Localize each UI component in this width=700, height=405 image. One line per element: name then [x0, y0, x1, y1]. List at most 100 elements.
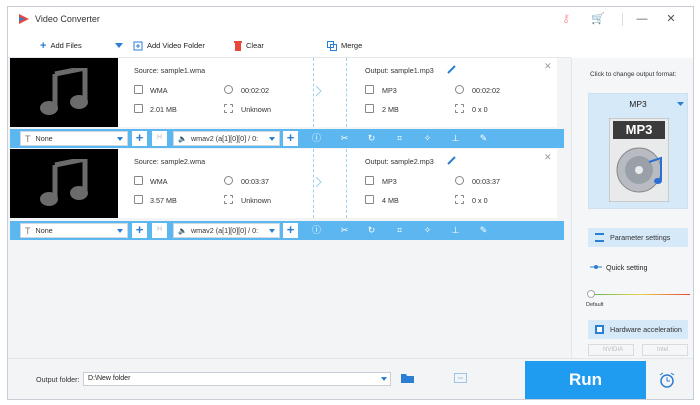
edit-subtitle-icon[interactable]: ✎ [477, 132, 490, 145]
source-resolution: Unknown [241, 196, 271, 205]
source-filename: Source: sample2.wma [134, 157, 206, 166]
intel-option[interactable]: Intel [642, 344, 688, 356]
output-resolution: 0 x 0 [472, 196, 488, 205]
crop-icon[interactable]: ⌗ [393, 224, 406, 237]
quality-slider-track[interactable] [590, 294, 690, 295]
file-item[interactable]: Source: sample2.wma WMA 00:03:37 3.57 MB… [10, 149, 557, 218]
rotate-icon[interactable]: ↻ [365, 224, 378, 237]
file-list: Source: sample1.wma WMA 00:02:02 2.01 MB… [8, 58, 571, 358]
speaker-icon: 🔈 [178, 134, 187, 143]
remove-item-icon[interactable]: ✕ [544, 152, 552, 163]
format-icon [365, 85, 374, 94]
output-folder-input[interactable]: D:\New folder [83, 372, 391, 386]
output-folder-label: Output folder: [36, 375, 80, 384]
add-subtitle-button[interactable]: + [132, 131, 147, 146]
file-thumbnail [10, 149, 118, 218]
subtitle-select[interactable]: T None [20, 223, 128, 238]
add-files-button[interactable]: + Add Files [40, 33, 82, 58]
open-folder-icon[interactable] [401, 373, 414, 383]
info-icon[interactable]: ⓘ [310, 132, 323, 145]
cart-icon[interactable]: 🛒 [591, 12, 605, 26]
key-icon[interactable]: ⚷ [559, 12, 573, 26]
arrow-right-icon [316, 86, 322, 96]
chevron-down-icon [269, 137, 275, 141]
scissors-icon[interactable]: ✂ [338, 132, 351, 145]
intel-label: Intel [657, 347, 669, 353]
hardware-acceleration-toggle[interactable]: Hardware acceleration [588, 320, 688, 339]
source-format: WMA [150, 86, 168, 95]
add-subtitle-button[interactable]: + [132, 223, 147, 238]
add-files-label: Add Files [50, 41, 82, 50]
source-duration: 00:03:37 [241, 177, 269, 186]
folder-icon [365, 195, 374, 204]
folder-icon [134, 195, 143, 204]
audio-track-value: wmav2 (a[1][0][0] / 0: [190, 226, 259, 235]
add-audio-button[interactable]: + [283, 131, 298, 146]
file-thumbnail [10, 58, 118, 127]
settings-sliders-icon [595, 233, 604, 242]
quality-slider-handle[interactable] [587, 290, 595, 298]
parameter-settings-button[interactable]: Parameter settings [588, 228, 688, 247]
speaker-icon: 🔈 [178, 226, 187, 235]
info-icon[interactable]: ⓘ [310, 224, 323, 237]
output-format: MP3 [382, 177, 397, 186]
text-t-icon: T [25, 225, 31, 236]
resolution-icon [455, 195, 464, 204]
audio-track-select[interactable]: 🔈 wmav2 (a[1][0][0] / 0: [173, 131, 280, 146]
separator [346, 58, 347, 127]
output-format-selector[interactable]: MP3 MP3 [588, 93, 688, 209]
effects-wand-icon[interactable]: ✧ [421, 224, 434, 237]
output-duration: 00:03:37 [472, 177, 500, 186]
source-resolution: Unknown [241, 105, 271, 114]
merge-button[interactable]: Merge [327, 33, 362, 58]
run-button[interactable]: Run [525, 361, 646, 399]
titlebar-divider [622, 13, 623, 26]
resolution-icon [224, 195, 233, 204]
trash-icon [234, 40, 242, 51]
subtitle-settings-icon[interactable]: H [152, 131, 167, 146]
add-audio-button[interactable]: + [283, 223, 298, 238]
remove-item-icon[interactable]: ✕ [544, 61, 552, 72]
clear-button[interactable]: Clear [234, 33, 264, 58]
edit-pencil-icon[interactable] [447, 65, 456, 74]
text-t-icon: T [25, 133, 31, 144]
audio-track-value: wmav2 (a[1][0][0] / 0: [190, 134, 259, 143]
chevron-down-icon [117, 229, 123, 233]
add-files-dropdown-icon[interactable] [115, 43, 123, 48]
close-icon[interactable]: ✕ [664, 12, 678, 26]
quick-setting-icon [590, 265, 602, 269]
quality-default-label: Default [586, 302, 604, 308]
hardware-acceleration-label: Hardware acceleration [610, 325, 682, 334]
nvidia-option[interactable]: NVIDIA [588, 344, 634, 356]
parameter-settings-label: Parameter settings [610, 233, 671, 242]
watermark-stamp-icon[interactable]: ⊥ [449, 132, 462, 145]
output-duration: 00:02:02 [472, 86, 500, 95]
disc-label: MP3 [625, 122, 653, 137]
alarm-clock-icon[interactable] [659, 372, 675, 388]
watermark-stamp-icon[interactable]: ⊥ [449, 224, 462, 237]
clock-icon [224, 85, 233, 94]
music-note-icon [40, 68, 88, 115]
edit-pencil-icon[interactable] [447, 156, 456, 165]
clear-label: Clear [246, 41, 264, 50]
file-item[interactable]: Source: sample1.wma WMA 00:02:02 2.01 MB… [10, 58, 557, 127]
crop-icon[interactable]: ⌗ [393, 132, 406, 145]
resolution-icon [224, 104, 233, 113]
separator [313, 149, 314, 218]
audio-track-select[interactable]: 🔈 wmav2 (a[1][0][0] / 0: [173, 223, 280, 238]
subtitle-select[interactable]: T None [20, 131, 128, 146]
output-folder-value: D:\New folder [88, 375, 131, 382]
add-video-folder-button[interactable]: Add Video Folder [133, 33, 205, 58]
folder-export-icon[interactable] [454, 373, 467, 383]
output-format: MP3 [382, 86, 397, 95]
subtitle-settings-icon[interactable]: H [152, 223, 167, 238]
source-size: 3.57 MB [150, 196, 177, 205]
plus-icon: + [40, 39, 47, 52]
source-format: WMA [150, 177, 168, 186]
effects-wand-icon[interactable]: ✧ [421, 132, 434, 145]
main-window: Video Converter ⚷ 🛒 — ✕ + Add Files Add … [7, 6, 694, 400]
scissors-icon[interactable]: ✂ [338, 224, 351, 237]
rotate-icon[interactable]: ↻ [365, 132, 378, 145]
minimize-icon[interactable]: — [635, 12, 649, 26]
edit-subtitle-icon[interactable]: ✎ [477, 224, 490, 237]
